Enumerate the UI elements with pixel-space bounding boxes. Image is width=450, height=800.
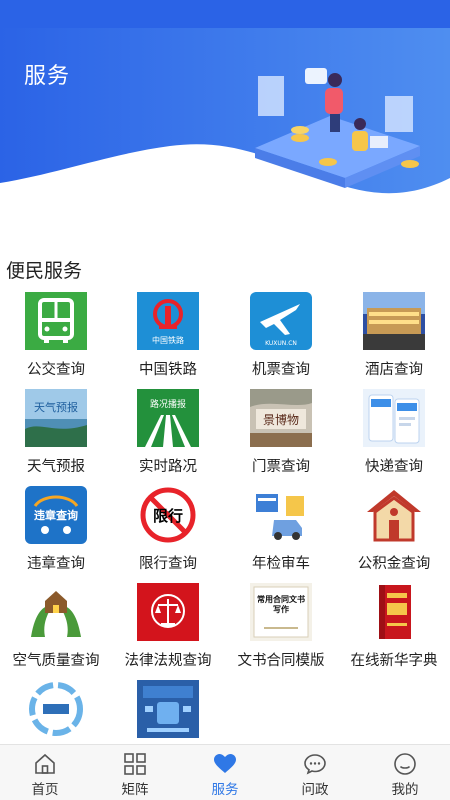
user-icon [394, 753, 416, 775]
air-quality-icon [25, 583, 87, 641]
status-bar [0, 0, 450, 28]
service-item-weather[interactable]: 天气预报 天气预报 [0, 387, 112, 483]
tab-label: 首页 [31, 782, 59, 798]
hotel-photo [363, 292, 425, 350]
service-item-contract[interactable]: 常用合同文书写作 文书合同模版 [225, 581, 337, 677]
tab-label: 矩阵 [121, 782, 149, 798]
service-label: 快递查询 [365, 459, 423, 475]
icon-text: 违章查询 [34, 508, 78, 522]
bus-icon [25, 292, 87, 350]
service-item-inspection[interactable]: 年检审车 [225, 484, 337, 580]
section-title: 便民服务 [6, 260, 83, 282]
icon-text: KUXUN.CN [265, 340, 297, 347]
icon-text: 天气预报 [34, 400, 78, 414]
chat-icon [304, 754, 326, 775]
tab-service[interactable]: 服务 [180, 745, 270, 800]
dictionary-icon [363, 583, 425, 641]
hero-banner [0, 28, 450, 218]
service-label: 门票查询 [252, 459, 310, 475]
service-label: 公积金查询 [357, 556, 431, 572]
tab-matrix[interactable]: 矩阵 [90, 745, 180, 800]
service-item-tickets[interactable]: 景博物 门票查询 [225, 387, 337, 483]
service-item-housing-fund[interactable]: 公积金查询 [338, 484, 450, 580]
home-icon [35, 753, 55, 774]
traffic-violation-icon: 违章查询 [25, 486, 87, 544]
service-item-traffic[interactable]: 路况播报 实时路况 [112, 387, 224, 483]
service-label: 限行查询 [139, 556, 197, 572]
service-screen: 服务 便民服务 公交查询 中国铁路 中国铁路 KUXUN.CN 机票查询 酒店查… [0, 0, 450, 800]
ticket-photo: 景博物 [250, 389, 312, 447]
tab-label: 我的 [391, 782, 419, 798]
grid-icon [124, 753, 146, 775]
bottom-tab-bar: 首页 矩阵 服务 问政 我的 [0, 744, 450, 800]
restriction-sign-icon: 限行 [137, 486, 199, 544]
service-label: 机票查询 [252, 362, 310, 378]
china-railway-icon: 中国铁路 [137, 292, 199, 350]
express-screenshot-icon [363, 389, 425, 447]
icon-text: 中国铁路 [152, 335, 184, 345]
service-label: 酒店查询 [365, 362, 423, 378]
tab-mine[interactable]: 我的 [360, 745, 450, 800]
airplane-icon: KUXUN.CN [250, 292, 312, 350]
service-label: 中国铁路 [139, 362, 197, 378]
service-label: 实时路况 [139, 459, 197, 475]
service-label: 空气质量查询 [12, 653, 100, 669]
service-label: 法律法规查询 [124, 653, 212, 669]
heart-icon [214, 754, 236, 773]
service-item-railway[interactable]: 中国铁路 中国铁路 [112, 290, 224, 386]
service-label: 公交查询 [27, 362, 85, 378]
hero-illustration [0, 28, 450, 194]
service-item-air-quality[interactable]: 空气质量查询 [0, 581, 112, 677]
service-item-bus[interactable]: 公交查询 [0, 290, 112, 386]
housing-fund-icon [363, 486, 425, 544]
service-label: 文书合同模版 [237, 653, 325, 669]
icon-text: 限行 [153, 507, 183, 525]
service-label: 年检审车 [252, 556, 310, 572]
service-label: 在线新华字典 [350, 653, 438, 669]
weather-photo: 天气预报 [25, 389, 87, 447]
car-inspection-icon [250, 486, 312, 544]
tab-home[interactable]: 首页 [0, 745, 90, 800]
service-item-hotel[interactable]: 酒店查询 [338, 290, 450, 386]
service-label: 天气预报 [27, 459, 85, 475]
tab-label: 问政 [301, 782, 329, 798]
law-icon [137, 583, 199, 641]
icon-text: 常用合同文书写作 [257, 595, 305, 614]
icon-text: 路况播报 [150, 398, 186, 410]
road-report-icon: 路况播报 [137, 389, 199, 447]
e-government-icon [25, 680, 87, 738]
service-item-law[interactable]: 法律法规查询 [112, 581, 224, 677]
platform-screen-icon [137, 680, 199, 738]
tab-inquiry[interactable]: 问政 [270, 745, 360, 800]
service-label: 违章查询 [27, 556, 85, 572]
service-item-violation[interactable]: 违章查询 违章查询 [0, 484, 112, 580]
service-item-express[interactable]: 快递查询 [338, 387, 450, 483]
icon-text: 景博物 [263, 412, 299, 427]
service-item-flight[interactable]: KUXUN.CN 机票查询 [225, 290, 337, 386]
tab-label: 服务 [211, 782, 239, 798]
contract-book-icon: 常用合同文书写作 [250, 583, 312, 641]
service-item-dictionary[interactable]: 在线新华字典 [338, 581, 450, 677]
service-item-restriction[interactable]: 限行 限行查询 [112, 484, 224, 580]
page-title: 服务 [24, 64, 71, 89]
